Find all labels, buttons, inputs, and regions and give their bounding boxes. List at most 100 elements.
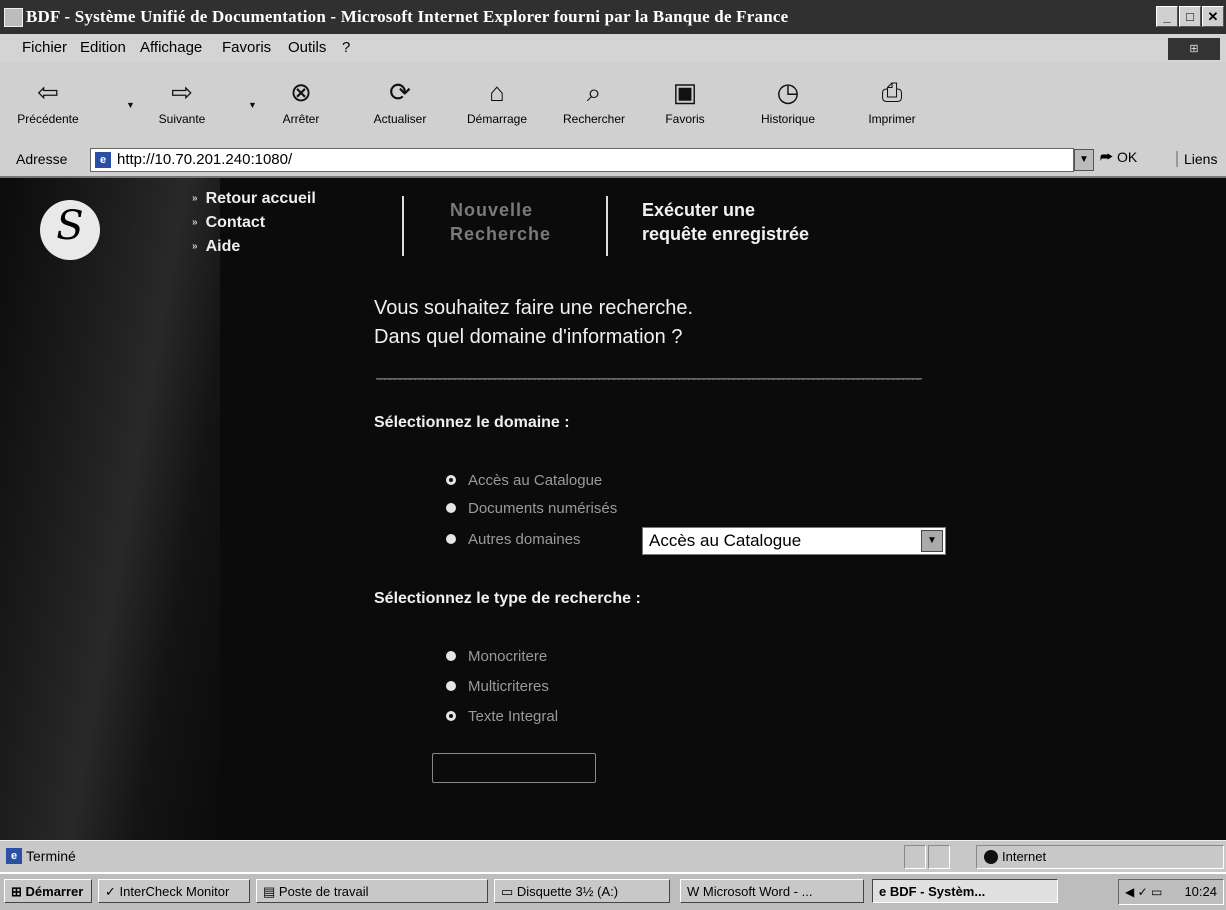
tab-label-line: Nouvelle xyxy=(450,200,534,220)
windows-logo-icon: ⊞ xyxy=(11,884,26,899)
page-content: S » Retour accueil » Contact » Aide Nouvell… xyxy=(0,178,1226,840)
ie-window-icon xyxy=(4,8,23,27)
tab-label-line: Recherche xyxy=(450,224,552,244)
submit-button[interactable] xyxy=(432,753,596,783)
history-button[interactable]: ◷ Historique xyxy=(742,62,834,144)
nav-divider xyxy=(606,196,608,256)
volume-icon[interactable]: ◀ ✓ ▭ xyxy=(1125,880,1162,904)
address-dropdown-icon[interactable]: ▼ xyxy=(1074,149,1094,171)
task-disquette[interactable]: ▭ Disquette 3½ (A:) xyxy=(494,879,670,903)
tab-nouvelle-recherche[interactable]: Nouvelle Recherche xyxy=(450,198,551,246)
status-text: Terminé xyxy=(26,848,76,864)
tab-executer-requete[interactable]: Exécuter une requête enregistrée xyxy=(642,198,809,246)
radio-multicriteres[interactable]: Multicriteres xyxy=(446,678,549,695)
forward-arrow-icon: ⇨ xyxy=(171,77,193,107)
favorites-icon: ▣ xyxy=(672,77,698,107)
radio-label: Monocritere xyxy=(468,648,548,665)
logo-letter: S xyxy=(56,203,84,249)
floppy-drive-icon: ▭ xyxy=(501,884,517,899)
search-label: Rechercher xyxy=(562,112,626,126)
task-label: Microsoft Word - ... xyxy=(702,884,813,899)
back-button[interactable]: ⇦ Précédente xyxy=(4,62,92,144)
taskbar: ⊞ Démarrer ✓ InterCheck Monitor ▤ Poste … xyxy=(0,872,1226,910)
intercheck-icon: ✓ xyxy=(105,884,120,899)
radio-button-icon xyxy=(446,711,456,721)
zone-text: Internet xyxy=(1002,849,1047,864)
type-heading: Sélectionnez le type de recherche : xyxy=(374,590,641,607)
bullet-icon: » xyxy=(192,193,198,204)
ie-icon: e xyxy=(879,884,890,899)
clock[interactable]: 10:24 xyxy=(1184,880,1217,904)
radio-autres-domaines[interactable]: Autres domaines xyxy=(446,531,581,548)
radio-acces-catalogue[interactable]: Accès au Catalogue xyxy=(446,472,602,489)
address-input[interactable]: e http://10.70.201.240:1080/ xyxy=(90,148,1074,172)
task-intercheck-monitor[interactable]: ✓ InterCheck Monitor xyxy=(98,879,250,903)
page-icon: e xyxy=(95,152,111,168)
nav-link-label: Aide xyxy=(205,238,241,255)
question-line: Vous souhaitez faire une recherche. xyxy=(374,297,694,319)
stop-label: Arrêter xyxy=(282,112,320,126)
radio-monocritere[interactable]: Monocritere xyxy=(446,648,547,665)
menu-fichier[interactable]: Fichier xyxy=(22,39,67,56)
maximize-button[interactable]: □ xyxy=(1179,6,1201,27)
refresh-button[interactable]: ⟳ Actualiser xyxy=(360,62,440,144)
internet-zone-icon xyxy=(984,850,998,864)
go-button[interactable]: ⮫ OK xyxy=(1100,149,1137,166)
menu-affichage[interactable]: Affichage xyxy=(140,39,202,56)
radio-button-icon xyxy=(446,503,456,513)
page-status-icon: e xyxy=(6,848,22,864)
menu-help[interactable]: ? xyxy=(342,39,350,56)
back-dropdown-icon[interactable]: ▼ xyxy=(126,100,135,110)
radio-label: Multicriteres xyxy=(468,678,549,695)
go-arrow-icon: ⮫ xyxy=(1100,149,1117,165)
minimize-button[interactable]: _ xyxy=(1156,6,1178,27)
word-icon: W xyxy=(687,884,703,899)
menu-edition[interactable]: Edition xyxy=(80,39,126,56)
forward-button[interactable]: ⇨ Suivante xyxy=(142,62,222,144)
task-label: InterCheck Monitor xyxy=(119,884,230,899)
refresh-icon: ⟳ xyxy=(389,77,411,107)
forward-dropdown-icon[interactable]: ▼ xyxy=(248,100,257,110)
search-button[interactable]: ⌕ Rechercher xyxy=(546,62,642,144)
close-button[interactable]: ✕ xyxy=(1202,6,1224,27)
logo[interactable]: S xyxy=(40,200,100,260)
start-button[interactable]: ⊞ Démarrer xyxy=(4,879,92,903)
toolbar: ⇦ Précédente ▼ ⇨ Suivante ▼ ⊗ Arrêter ⟳ … xyxy=(0,62,1226,145)
print-label: Imprimer xyxy=(868,112,916,126)
nav-link-retour-accueil[interactable]: » Retour accueil xyxy=(192,190,316,208)
domain-select-value: Accès au Catalogue xyxy=(649,531,802,550)
links-button[interactable]: Liens xyxy=(1176,151,1217,167)
computer-icon: ▤ xyxy=(263,884,279,899)
radio-button-icon xyxy=(446,681,456,691)
task-microsoft-word[interactable]: W Microsoft Word - ... xyxy=(680,879,864,903)
nav-link-contact[interactable]: » Contact xyxy=(192,214,265,232)
domain-heading: Sélectionnez le domaine : xyxy=(374,414,570,431)
radio-documents-numerises[interactable]: Documents numérisés xyxy=(446,500,617,517)
nav-link-aide[interactable]: » Aide xyxy=(192,238,240,256)
home-button[interactable]: ⌂ Démarrage xyxy=(450,62,544,144)
favorites-button[interactable]: ▣ Favoris xyxy=(652,62,718,144)
tab-label-line: requête enregistrée xyxy=(642,224,810,244)
menu-outils[interactable]: Outils xyxy=(288,39,326,56)
task-label: Disquette 3½ (A:) xyxy=(516,884,619,899)
task-poste-de-travail[interactable]: ▤ Poste de travail xyxy=(256,879,488,903)
system-tray: ◀ ✓ ▭ 10:24 xyxy=(1118,879,1224,905)
nav-link-label: Retour accueil xyxy=(205,190,316,207)
forward-label: Suivante xyxy=(158,112,206,126)
radio-button-icon xyxy=(446,475,456,485)
refresh-label: Actualiser xyxy=(373,112,427,126)
task-bdf-ie[interactable]: e BDF - Systèm... xyxy=(872,879,1058,903)
stop-button[interactable]: ⊗ Arrêter xyxy=(264,62,338,144)
task-label: BDF - Systèm... xyxy=(889,884,986,899)
status-panel xyxy=(904,845,926,869)
bullet-icon: » xyxy=(192,241,198,252)
domain-select[interactable]: Accès au Catalogue ▼ xyxy=(642,527,946,555)
question-line: Dans quel domaine d'information ? xyxy=(374,326,683,348)
menu-favoris[interactable]: Favoris xyxy=(222,39,271,56)
address-url: http://10.70.201.240:1080/ xyxy=(117,151,293,168)
radio-label: Accès au Catalogue xyxy=(468,472,603,489)
back-arrow-icon: ⇦ xyxy=(37,77,59,107)
radio-texte-integral[interactable]: Texte Integral xyxy=(446,708,558,725)
stop-icon: ⊗ xyxy=(290,77,312,107)
print-button[interactable]: ⎙ Imprimer xyxy=(850,62,934,144)
